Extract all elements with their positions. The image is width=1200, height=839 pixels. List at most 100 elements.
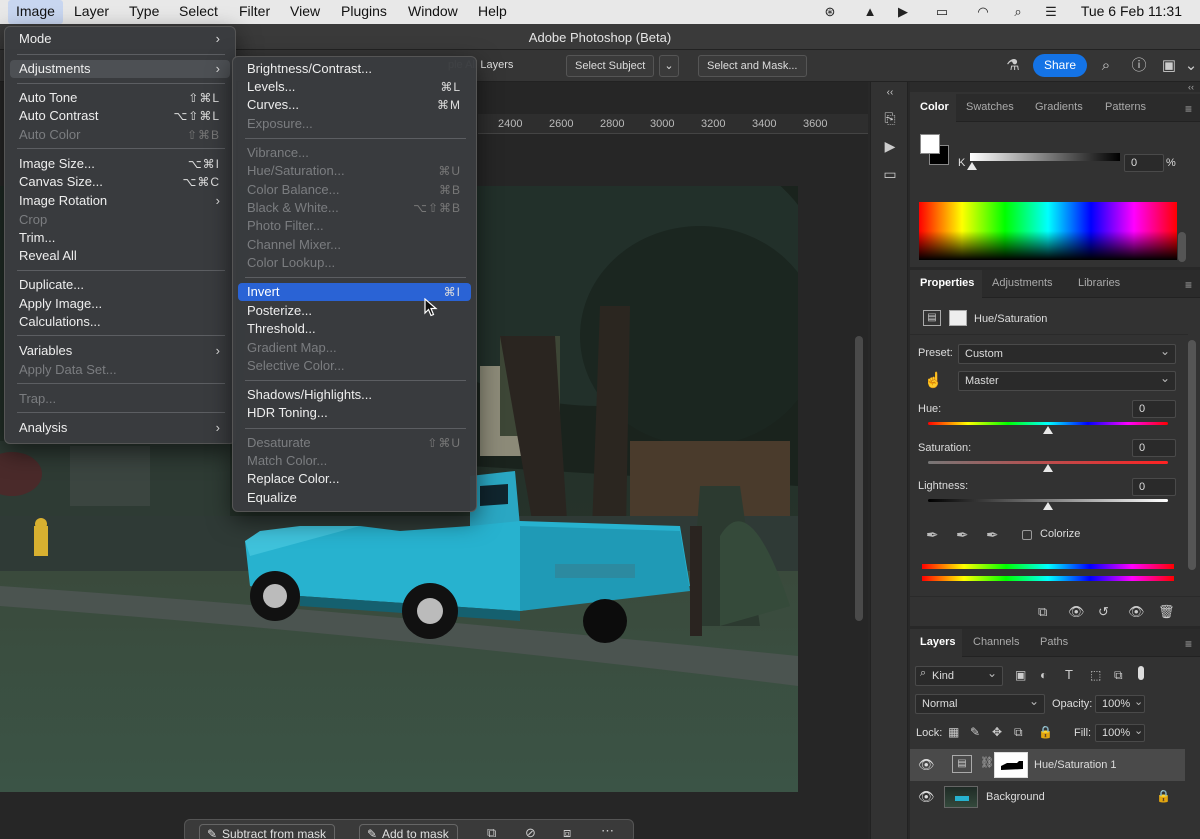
menu-help[interactable]: Help [478, 3, 507, 19]
share-button[interactable]: Share [1033, 54, 1087, 77]
view-previous-icon[interactable]: 👁 [1068, 604, 1085, 620]
menu-layer[interactable]: Layer [74, 3, 109, 19]
hue-slider-thumb[interactable] [1043, 426, 1053, 434]
menu-filter[interactable]: Filter [239, 3, 270, 19]
lightness-value-field[interactable]: 0 [1132, 478, 1176, 496]
tab-layers[interactable]: Layers [920, 636, 955, 648]
select-subject-dropdown[interactable]: ⌄ [659, 55, 679, 77]
add-to-mask-button[interactable]: ✎ Add to mask [359, 824, 458, 839]
layer-visibility-eye-icon[interactable]: 👁 [918, 789, 935, 805]
blend-mode-select[interactable]: Normal [915, 692, 1045, 714]
panel-menu-icon[interactable]: ≡ [1185, 278, 1192, 292]
foreground-color-swatch[interactable] [920, 134, 940, 154]
more-options-icon[interactable]: ⋯ [601, 823, 614, 839]
lightness-slider-thumb[interactable] [1043, 502, 1053, 510]
tab-channels[interactable]: Channels [973, 636, 1019, 648]
layer-name[interactable]: Background [986, 791, 1045, 803]
comments-icon[interactable]: ▭ [881, 165, 899, 183]
mask-invert-icon[interactable]: ⧉ [487, 825, 496, 839]
subtract-from-mask-button[interactable]: ✎ Subtract from mask [199, 824, 336, 839]
panel-collapse-icon[interactable]: ‹‹ [910, 82, 1200, 92]
color-panel-scrollbar[interactable] [1178, 232, 1186, 262]
tab-gradients[interactable]: Gradients [1035, 101, 1083, 113]
tab-paths[interactable]: Paths [1040, 636, 1068, 648]
visibility-icon[interactable]: 👁 [1128, 604, 1145, 620]
mask-fill-icon[interactable]: ⧈ [563, 825, 571, 839]
lock-artboard-icon[interactable]: ⧉ [1014, 725, 1023, 740]
saturation-slider-thumb[interactable] [1043, 464, 1053, 472]
wifi-icon[interactable]: ◠ [975, 5, 991, 19]
menu-plugins[interactable]: Plugins [341, 3, 387, 19]
menu-item[interactable]: HDR Toning... [238, 404, 471, 422]
filter-type-icon[interactable]: T [1065, 667, 1073, 682]
layer-row[interactable]: 👁 ▤ ⛓ Hue/Saturation 1 [910, 749, 1185, 781]
hue-slider-track[interactable] [928, 422, 1168, 425]
panel-menu-icon[interactable]: ≡ [1185, 637, 1192, 651]
clip-to-layer-icon[interactable]: ⧉ [1038, 604, 1047, 620]
adjustment-icon[interactable]: ▤ [923, 310, 941, 326]
mask-icon[interactable] [949, 310, 967, 326]
menu-item[interactable]: Auto Contrast ⌥⇧⌘L [10, 107, 230, 125]
history-icon[interactable]: ⎘ [881, 109, 899, 127]
menu-item[interactable]: Mode › [10, 30, 230, 48]
tab-swatches[interactable]: Swatches [966, 101, 1014, 113]
filter-shape-icon[interactable]: ⬚ [1090, 668, 1101, 682]
menu-image[interactable]: Image [8, 0, 63, 24]
search-icon[interactable]: ⌕ [1097, 57, 1115, 75]
menu-item[interactable]: Replace Color... [238, 470, 471, 488]
help-icon[interactable]: ⓘ [1130, 57, 1148, 75]
channel-select[interactable]: Master [958, 369, 1176, 391]
lock-transparent-icon[interactable]: ▦ [948, 725, 959, 739]
menu-item[interactable]: Duplicate... [10, 276, 230, 294]
tab-patterns[interactable]: Patterns [1105, 101, 1146, 113]
beta-flask-icon[interactable]: ⚗ [1004, 57, 1022, 75]
spotlight-search-icon[interactable]: ⌕ [1010, 5, 1026, 19]
filter-smart-object-icon[interactable]: ⧉ [1114, 668, 1123, 683]
menu-item[interactable]: Canvas Size... ⌥⌘C [10, 173, 230, 191]
chevron-down-icon[interactable]: ⌄ [1134, 695, 1143, 708]
menu-item[interactable]: Shadows/Highlights... [238, 386, 471, 404]
tab-libraries[interactable]: Libraries [1078, 277, 1120, 289]
layer-name[interactable]: Hue/Saturation 1 [1034, 759, 1117, 771]
k-value-field[interactable]: 0 [1124, 154, 1164, 172]
select-and-mask-button[interactable]: Select and Mask... [698, 55, 807, 77]
chevron-down-icon[interactable]: ⌄ [1134, 724, 1143, 737]
saturation-value-field[interactable]: 0 [1132, 439, 1176, 457]
reset-icon[interactable]: ↺ [1098, 604, 1109, 620]
eyedropper-icon[interactable]: ✒ [926, 526, 939, 544]
tab-color[interactable]: Color [920, 101, 949, 113]
k-slider-thumb[interactable] [967, 162, 977, 170]
color-spectrum-ramp[interactable] [919, 202, 1177, 260]
menu-item[interactable]: Threshold... [238, 320, 471, 338]
menu-item[interactable]: Adjustments › [10, 60, 230, 78]
mask-delete-icon[interactable]: ⊘ [525, 825, 536, 839]
control-center-icon[interactable]: ☰ [1043, 5, 1059, 19]
trash-icon[interactable]: 🗑 [1158, 604, 1175, 620]
menu-item[interactable]: Image Rotation › [10, 192, 230, 210]
menu-view[interactable]: View [290, 3, 320, 19]
eyedropper-plus-icon[interactable]: ✒ [956, 526, 969, 544]
menu-item[interactable]: Reveal All [10, 247, 230, 265]
menu-window[interactable]: Window [408, 3, 458, 19]
colorize-checkbox[interactable] [1022, 530, 1032, 540]
menu-type[interactable]: Type [129, 3, 159, 19]
canvas-vertical-scrollbar[interactable] [855, 336, 863, 621]
menu-item[interactable]: Calculations... [10, 313, 230, 331]
filter-adjustment-icon[interactable]: ◐ [1040, 668, 1047, 682]
collapse-icon[interactable]: ‹‹ [881, 84, 899, 102]
menu-item[interactable]: Analysis › [10, 419, 230, 437]
menu-item[interactable]: Auto Tone ⇧⌘L [10, 89, 230, 107]
creative-cloud-icon[interactable]: ⊛ [822, 5, 838, 19]
menu-item[interactable]: Image Size... ⌥⌘I [10, 155, 230, 173]
layer-filter-select[interactable]: Kind [915, 664, 1003, 686]
battery-icon[interactable]: ▭ [930, 5, 954, 19]
filter-pixel-icon[interactable]: ▣ [1015, 668, 1026, 682]
menu-item[interactable]: Levels... ⌘L [238, 78, 471, 96]
eyedropper-minus-icon[interactable]: ✒ [986, 526, 999, 544]
actions-play-icon[interactable]: ▶ [881, 137, 899, 155]
play-icon[interactable]: ▶ [895, 5, 911, 19]
menu-item[interactable]: Trim... [10, 229, 230, 247]
properties-scrollbar[interactable] [1188, 340, 1196, 570]
layer-row[interactable]: 👁 Background 🔒 [910, 781, 1185, 813]
targeted-adjustment-hand-icon[interactable]: ☝ [924, 371, 943, 389]
